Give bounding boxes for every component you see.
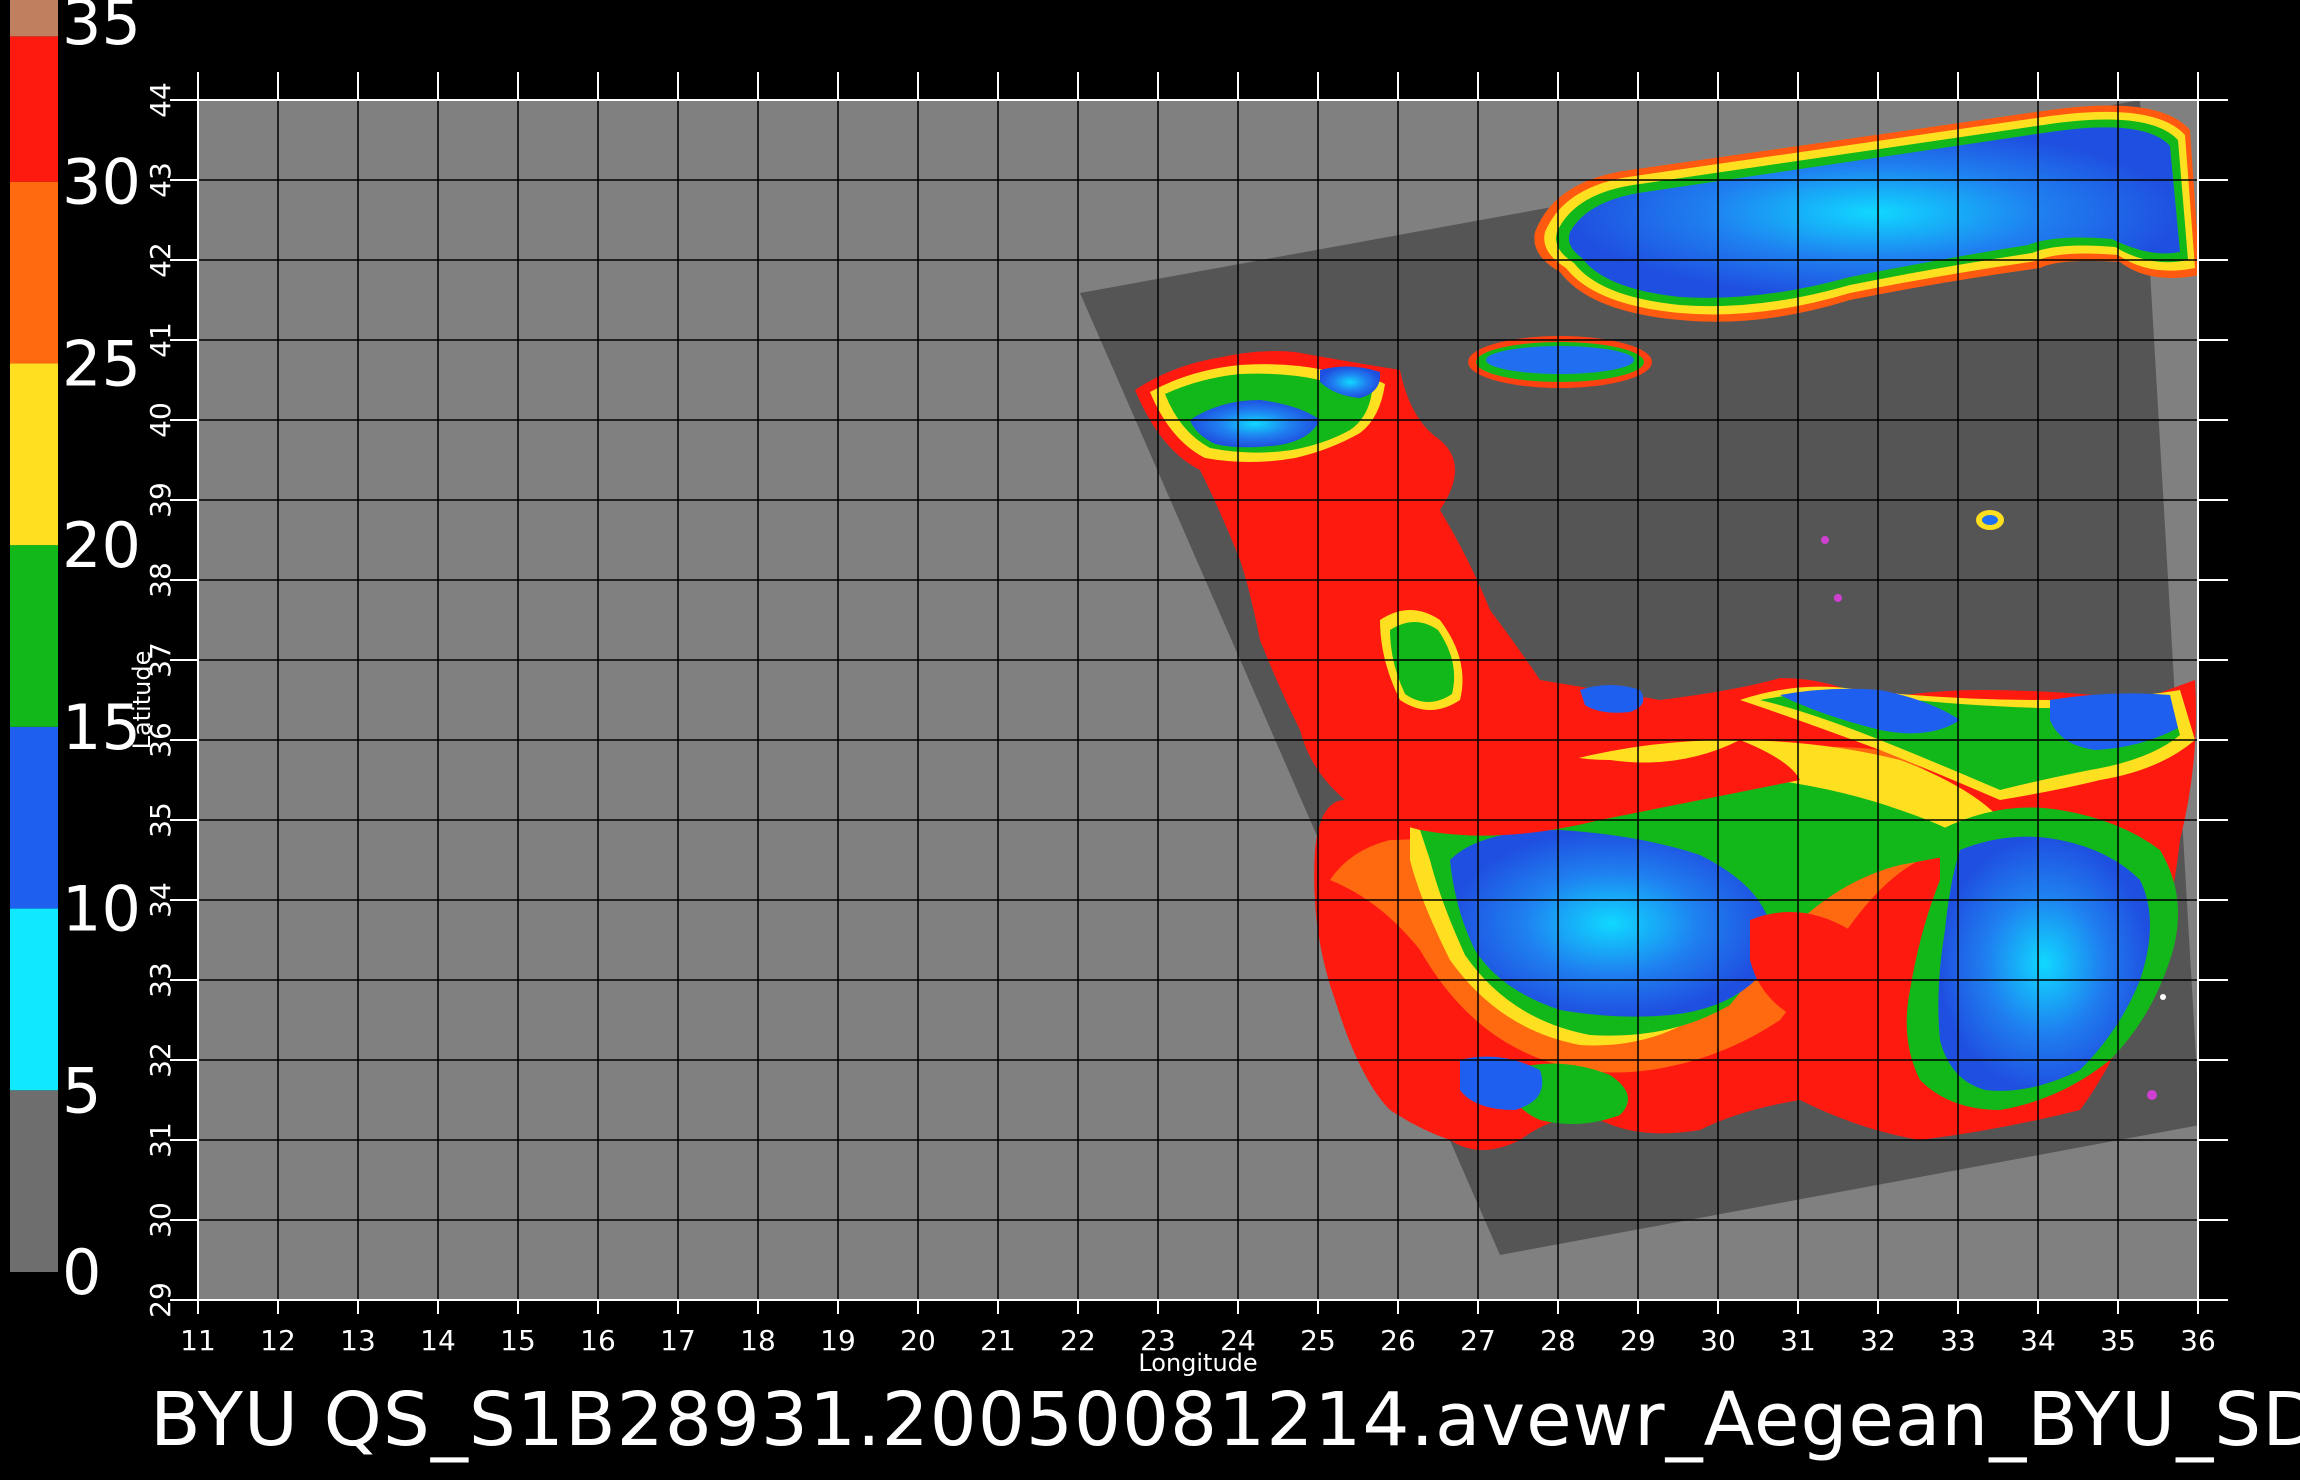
lat-tick-label: 44 xyxy=(144,82,177,118)
lon-tick-label: 25 xyxy=(1300,1324,1336,1357)
colorbar-label: 0 xyxy=(62,1236,101,1309)
lat-tick-label: 40 xyxy=(144,402,177,438)
lat-tick-label: 38 xyxy=(144,562,177,598)
colorbar-segment xyxy=(10,1090,58,1272)
lon-tick-label: 29 xyxy=(1620,1324,1656,1357)
colorbar-segment xyxy=(10,545,58,727)
colorbar-segment xyxy=(10,181,58,364)
colorbar-segment xyxy=(10,363,58,546)
lat-tick-label: 35 xyxy=(144,802,177,838)
colorbar-segment xyxy=(10,0,58,37)
colorbar-segment xyxy=(10,908,58,1091)
colorbar-label: 20 xyxy=(62,509,141,582)
lon-tick-label: 15 xyxy=(500,1324,536,1357)
marmara-wind-field xyxy=(1468,336,1652,388)
colorbar-label: 5 xyxy=(62,1054,101,1127)
lon-tick-label: 31 xyxy=(1780,1324,1816,1357)
colorbar-label: 30 xyxy=(62,146,141,219)
lon-tick-label: 17 xyxy=(660,1324,696,1357)
lon-tick-label: 20 xyxy=(900,1324,936,1357)
colorbar-label: 35 xyxy=(62,0,141,59)
wind-map-figure: 35 30 25 20 15 10 5 0 11 12 13 14 15 16 … xyxy=(0,0,2300,1480)
lat-tick-label: 41 xyxy=(144,322,177,358)
lon-tick-label: 33 xyxy=(1940,1324,1976,1357)
lon-tick-label: 13 xyxy=(340,1324,376,1357)
lat-tick-label: 39 xyxy=(144,482,177,518)
lat-tick-label: 43 xyxy=(144,162,177,198)
lon-tick-label: 36 xyxy=(2180,1324,2216,1357)
y-axis-title: Latitude xyxy=(128,651,156,750)
wind-map-plot: 35 30 25 20 15 10 5 0 11 12 13 14 15 16 17 18 1… xyxy=(10,0,2228,1377)
lon-tick-label: 22 xyxy=(1060,1324,1096,1357)
lon-tick-label: 16 xyxy=(580,1324,616,1357)
lon-tick-label: 34 xyxy=(2020,1324,2056,1357)
lat-tick-label: 31 xyxy=(144,1122,177,1158)
lat-tick-label: 34 xyxy=(144,882,177,918)
lon-tick-label: 19 xyxy=(820,1324,856,1357)
figure-caption: BYU QS_S1B28931.20050081214.avewr_Aegean… xyxy=(150,1377,2300,1463)
colorbar-segment xyxy=(10,36,58,182)
colorbar-segment xyxy=(10,726,58,909)
lat-tick-label: 32 xyxy=(144,1042,177,1078)
lon-tick-label: 18 xyxy=(740,1324,776,1357)
lat-tick-label: 29 xyxy=(144,1282,177,1318)
lon-tick-label: 32 xyxy=(1860,1324,1896,1357)
lat-tick-label: 42 xyxy=(144,242,177,278)
colorbar-label: 10 xyxy=(62,873,141,946)
lon-tick-label: 26 xyxy=(1380,1324,1416,1357)
lon-tick-label: 28 xyxy=(1540,1324,1576,1357)
lat-tick-label: 33 xyxy=(144,962,177,998)
lon-tick-label: 12 xyxy=(260,1324,296,1357)
lon-tick-label: 21 xyxy=(980,1324,1016,1357)
colorbar-label: 25 xyxy=(62,327,141,400)
lon-tick-label: 35 xyxy=(2100,1324,2136,1357)
lat-tick-label: 30 xyxy=(144,1202,177,1238)
lon-tick-label: 14 xyxy=(420,1324,456,1357)
colorbar xyxy=(10,0,58,1272)
lon-tick-label: 27 xyxy=(1460,1324,1496,1357)
lon-tick-label: 11 xyxy=(180,1324,216,1357)
lon-tick-label: 30 xyxy=(1700,1324,1736,1357)
